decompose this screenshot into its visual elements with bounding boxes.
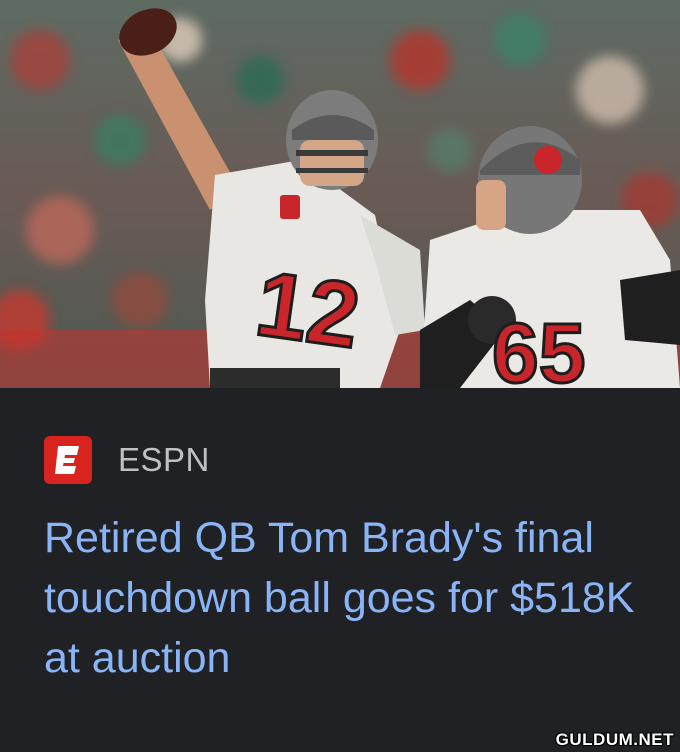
- news-card[interactable]: 12 65 ESPN Retired QB Tom Brady's final …: [0, 0, 680, 752]
- jersey-number-right: 65: [492, 306, 585, 388]
- source-name: ESPN: [118, 441, 210, 478]
- football-photo: 12 65: [0, 0, 680, 388]
- jersey-number-left: 12: [250, 253, 366, 368]
- watermark-text: GULDUM.NET: [555, 730, 674, 749]
- espn-logo-icon: [44, 436, 92, 484]
- article-image[interactable]: 12 65: [0, 0, 680, 388]
- article-source[interactable]: ESPN: [44, 436, 210, 484]
- article-headline[interactable]: Retired QB Tom Brady's final touchdown b…: [44, 508, 644, 688]
